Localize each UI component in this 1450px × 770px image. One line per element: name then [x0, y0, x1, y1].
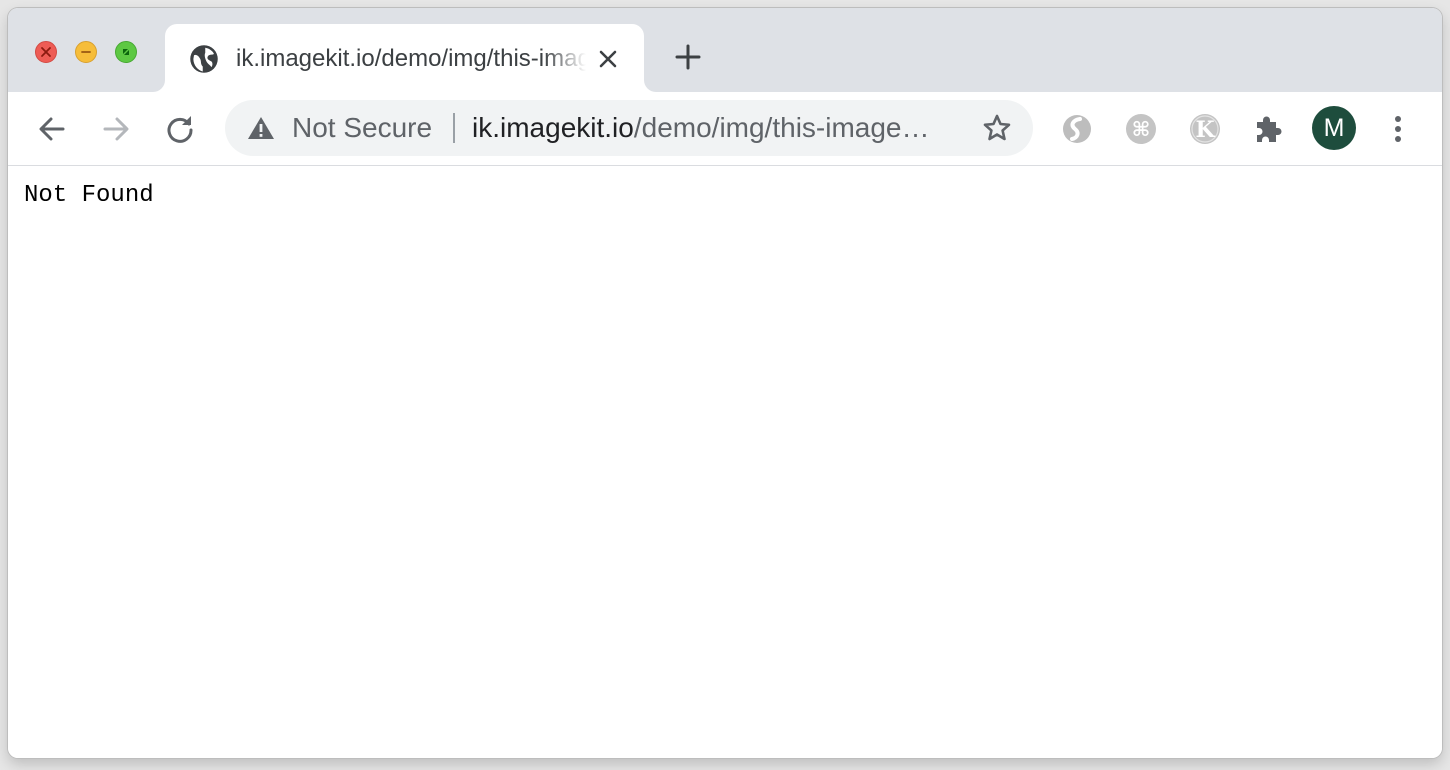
- security-status-label[interactable]: Not Secure: [292, 100, 432, 156]
- svg-text:⌘: ⌘: [1132, 117, 1151, 141]
- url-path: /demo/img/this-image…: [633, 112, 930, 143]
- puzzle-extensions-icon[interactable]: [1252, 112, 1286, 146]
- window-maximize-button[interactable]: [115, 41, 137, 63]
- minus-icon: [81, 51, 91, 53]
- url-host: ik.imagekit.io: [472, 112, 634, 143]
- browser-window: ik.imagekit.io/demo/img/this-image-does-…: [8, 8, 1442, 758]
- warning-triangle-icon[interactable]: [247, 115, 275, 141]
- grey-s-extension-icon[interactable]: [1060, 112, 1094, 146]
- window-minimize-button[interactable]: [75, 41, 97, 63]
- browser-toolbar: Not Secure ik.imagekit.io/demo/img/this-…: [8, 92, 1442, 166]
- arrow-right-icon[interactable]: [100, 113, 132, 145]
- tab-title: ik.imagekit.io/demo/img/this-image-does-…: [236, 45, 586, 72]
- page-body-text: Not Found: [24, 182, 154, 209]
- tab-active[interactable]: ik.imagekit.io/demo/img/this-image-does-…: [165, 24, 644, 92]
- k-extension-icon[interactable]: K: [1188, 112, 1222, 146]
- url-text[interactable]: ik.imagekit.io/demo/img/this-image…: [472, 100, 930, 156]
- new-tab-icon[interactable]: [673, 42, 703, 72]
- tab-strip: ik.imagekit.io/demo/img/this-image-does-…: [8, 8, 1442, 92]
- kebab-menu-icon[interactable]: [1384, 113, 1412, 145]
- svg-text:K: K: [1195, 117, 1215, 143]
- command-key-extension-icon[interactable]: ⌘: [1124, 112, 1158, 146]
- page-content: Not Found: [8, 166, 1442, 758]
- profile-avatar[interactable]: M: [1312, 106, 1356, 150]
- tab-close-icon[interactable]: [597, 48, 619, 70]
- globe-icon: [190, 45, 218, 73]
- star-outline-icon[interactable]: [982, 113, 1012, 143]
- reload-icon[interactable]: [164, 113, 196, 145]
- fullscreen-icon: [123, 49, 129, 55]
- window-close-button[interactable]: [35, 41, 57, 63]
- arrow-left-icon[interactable]: [36, 113, 68, 145]
- omnibox-divider: [453, 113, 455, 143]
- close-x-icon: [41, 47, 51, 57]
- address-bar[interactable]: Not Secure ik.imagekit.io/demo/img/this-…: [225, 100, 1033, 156]
